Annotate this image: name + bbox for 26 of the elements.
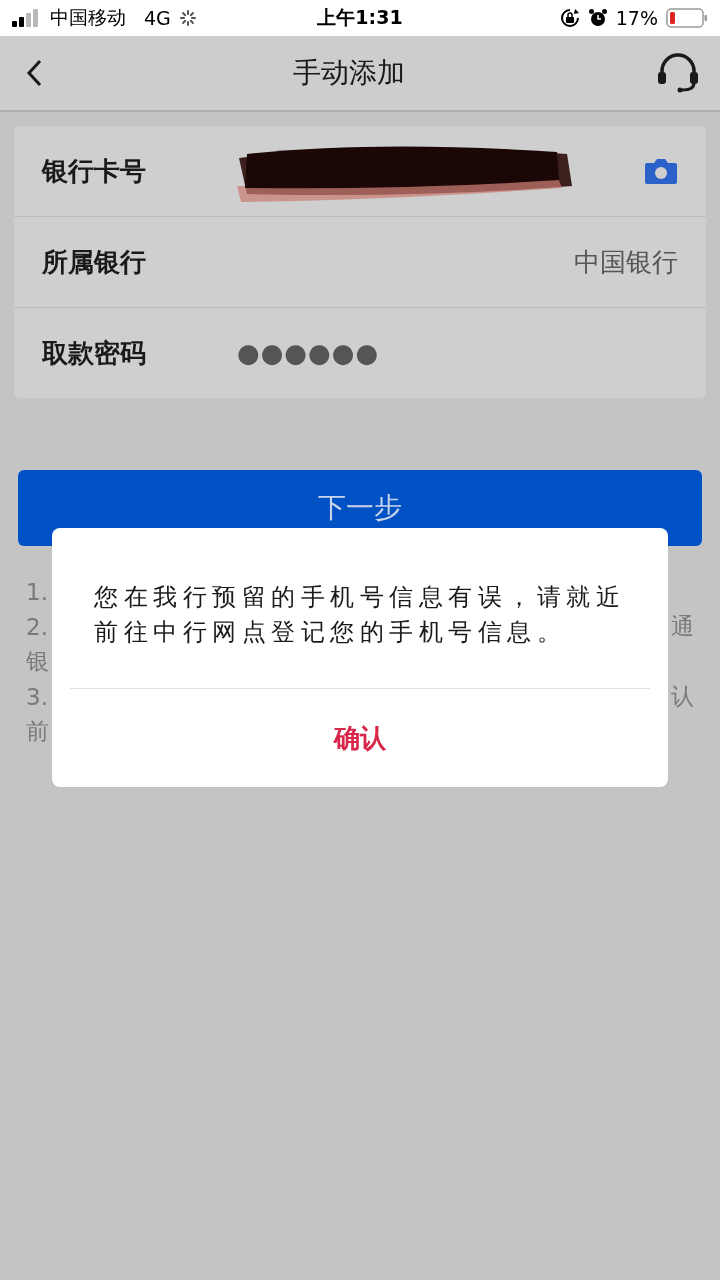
headset-icon[interactable] (656, 53, 700, 93)
field-label: 所属银行 (42, 245, 147, 279)
field-label: 取款密码 (42, 336, 147, 370)
camera-icon[interactable] (644, 157, 678, 185)
carrier-name: 中国移动 (50, 5, 126, 30)
note-text: 2. (26, 613, 48, 640)
note-text: 通 (671, 612, 694, 641)
dialog-message: 您在我行预留的手机号信息有误，请就近前往中行网点登记您的手机号信息。 (94, 582, 626, 648)
note-text: 前 (26, 717, 49, 746)
note-text: 1. (26, 578, 48, 605)
field-label: 银行卡号 (42, 154, 147, 188)
page-title: 手动添加 (293, 55, 405, 91)
rotation-lock-icon (559, 8, 580, 28)
network-type: 4G (144, 7, 171, 29)
clock-time: 上午1:31 (317, 5, 403, 30)
bank-name: 中国银行 (574, 245, 678, 279)
note-text: 认 (671, 682, 694, 711)
alarm-icon (587, 8, 608, 28)
back-icon[interactable] (26, 59, 42, 87)
password-dots[interactable]: ●●●●●● (237, 338, 380, 368)
loading-icon (178, 9, 197, 27)
battery-icon (666, 8, 708, 28)
battery-percent: 17% (615, 7, 658, 29)
note-text: 银 (26, 647, 49, 676)
note-text: 3. (26, 683, 48, 710)
confirm-button[interactable]: 确认 (52, 689, 668, 787)
